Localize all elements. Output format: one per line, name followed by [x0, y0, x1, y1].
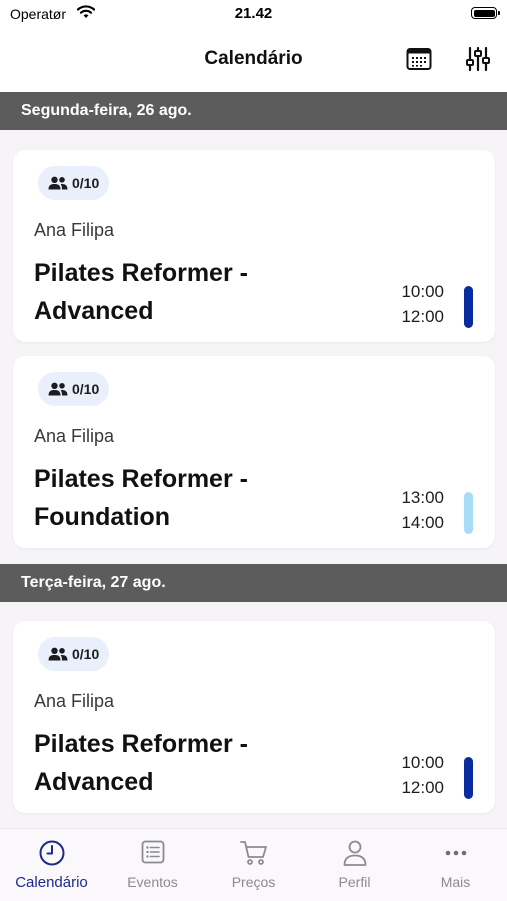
- class-title-line: Advanced: [34, 768, 154, 796]
- tab-mais[interactable]: Mais: [405, 829, 506, 901]
- person-icon: [304, 839, 405, 867]
- calendar-icon: [406, 48, 432, 70]
- tab-precos[interactable]: Preços: [203, 829, 304, 901]
- end-time: 12:00: [401, 307, 444, 326]
- clock-icon: [1, 839, 102, 867]
- level-indicator: [464, 492, 473, 534]
- instructor-name: Ana Filipa: [34, 426, 115, 446]
- people-icon: [48, 176, 68, 190]
- tab-perfil[interactable]: Perfil: [304, 829, 405, 901]
- tab-eventos[interactable]: Eventos: [102, 829, 203, 901]
- date-section-header: Segunda-feira, 26 ago.: [0, 92, 507, 130]
- instructor-name: Ana Filipa: [34, 691, 115, 711]
- tab-label: Perfil: [338, 874, 371, 890]
- level-indicator: [464, 286, 473, 328]
- capacity-badge: 0/10: [38, 637, 110, 671]
- start-time: 13:00: [401, 488, 444, 507]
- capacity-badge: 0/10: [38, 166, 110, 200]
- cart-icon: [203, 839, 304, 867]
- calendar-view-button[interactable]: [404, 44, 434, 74]
- class-title: Pilates Reformer - Advanced: [34, 725, 334, 801]
- level-indicator: [464, 757, 473, 799]
- date-section-header: Terça-feira, 27 ago.: [0, 564, 507, 602]
- class-card[interactable]: 0/10 Ana Filipa Pilates Reformer - Advan…: [13, 150, 495, 342]
- class-title-line: Foundation: [34, 503, 171, 531]
- class-title-line: Advanced: [34, 297, 154, 325]
- class-title: Pilates Reformer - Advanced: [34, 254, 334, 330]
- capacity-count: 0/10: [72, 381, 100, 397]
- people-icon: [48, 647, 68, 661]
- battery-icon: [471, 7, 500, 19]
- tab-label: Calendário: [15, 874, 88, 891]
- status-time: 21.42: [234, 5, 273, 22]
- bottom-tab-bar: Calendário Eventos Preços Perfil Mais: [0, 828, 507, 901]
- tab-label: Preços: [231, 874, 276, 890]
- sliders-icon: [466, 46, 490, 72]
- list-icon: [102, 839, 203, 867]
- start-time: 10:00: [401, 753, 444, 772]
- start-time: 10:00: [401, 282, 444, 301]
- tab-label: Eventos: [127, 874, 178, 890]
- class-card[interactable]: 0/10 Ana Filipa Pilates Reformer - Advan…: [13, 621, 495, 813]
- instructor-name: Ana Filipa: [34, 220, 115, 240]
- class-title-line: Pilates Reformer -: [34, 259, 248, 287]
- class-title: Pilates Reformer - Foundation: [34, 460, 334, 536]
- tab-label: Mais: [440, 874, 471, 890]
- tab-calendario[interactable]: Calendário: [1, 829, 102, 901]
- filter-button[interactable]: [463, 44, 493, 74]
- capacity-count: 0/10: [72, 646, 100, 662]
- capacity-count: 0/10: [72, 175, 100, 191]
- more-dots-icon: [405, 839, 506, 867]
- class-title-line: Pilates Reformer -: [34, 465, 248, 493]
- navigation-header: Calendário: [0, 30, 507, 92]
- end-time: 12:00: [401, 778, 444, 797]
- end-time: 14:00: [401, 513, 444, 532]
- status-bar: Operatør 21.42: [0, 0, 507, 30]
- class-title-line: Pilates Reformer -: [34, 730, 248, 758]
- people-icon: [48, 382, 68, 396]
- class-card[interactable]: 0/10 Ana Filipa Pilates Reformer - Found…: [13, 356, 495, 548]
- capacity-badge: 0/10: [38, 372, 110, 406]
